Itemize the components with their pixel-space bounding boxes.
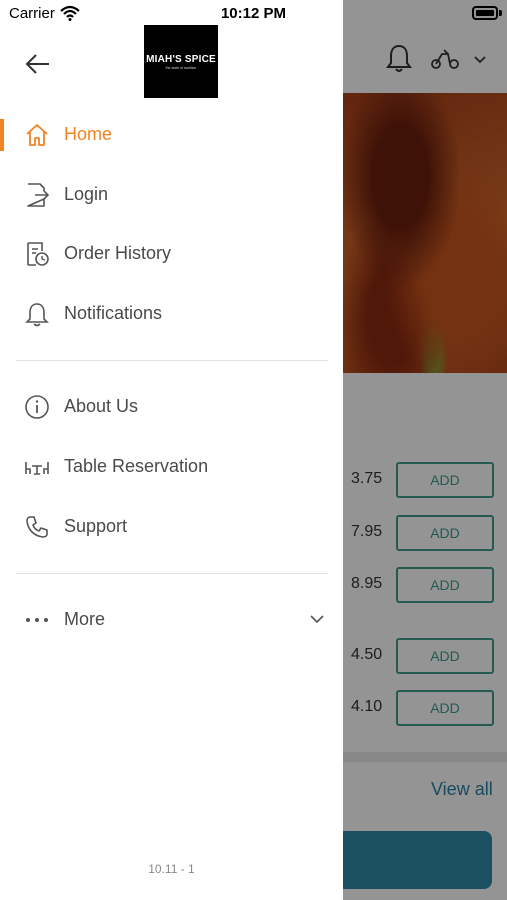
menu-item-label: About Us (64, 396, 139, 416)
home-icon (26, 124, 48, 146)
menu-item-label: Table Reservation (64, 456, 209, 476)
menu-item-label: Order History (64, 243, 172, 263)
menu-divider (16, 573, 328, 574)
menu-item-about-us[interactable]: About Us (0, 381, 343, 433)
menu-item-login[interactable]: Login (0, 169, 343, 221)
menu-item-order-history[interactable]: Order History (0, 228, 343, 280)
navigation-drawer: MIAH'S SPICE the taste of tradition Home… (0, 0, 343, 900)
menu-item-table-reservation[interactable]: Table Reservation (0, 441, 343, 493)
menu-divider (16, 360, 328, 361)
phone-icon (26, 516, 48, 538)
bell-icon (25, 303, 49, 327)
menu-item-more[interactable]: More (0, 594, 343, 646)
app-version: 10.11 - 1 (148, 862, 195, 876)
menu-item-support[interactable]: Support (0, 501, 343, 553)
brand-logo: MIAH'S SPICE the taste of tradition (144, 25, 218, 98)
status-bar: Carrier 10:12 PM (0, 0, 507, 28)
menu-item-label: More (64, 609, 106, 629)
logo-text: MIAH'S SPICE (146, 53, 216, 65)
menu-item-label: Login (64, 184, 109, 204)
menu-item-label: Notifications (64, 303, 163, 323)
clock: 10:12 PM (220, 5, 287, 22)
login-icon (27, 183, 50, 207)
info-icon (25, 395, 49, 419)
back-arrow-icon[interactable] (24, 50, 52, 78)
menu-item-notifications[interactable]: Notifications (0, 288, 343, 340)
table-icon (25, 462, 49, 475)
menu-item-label: Home (64, 124, 113, 144)
more-dots-icon (26, 618, 48, 622)
logo-tagline: the taste of tradition (165, 65, 197, 70)
menu-item-home[interactable]: Home (0, 109, 343, 161)
drawer-scrim[interactable] (343, 0, 507, 900)
chevron-down-icon[interactable] (308, 610, 326, 628)
menu-item-label: Support (64, 516, 128, 536)
order-history-icon (27, 242, 49, 266)
